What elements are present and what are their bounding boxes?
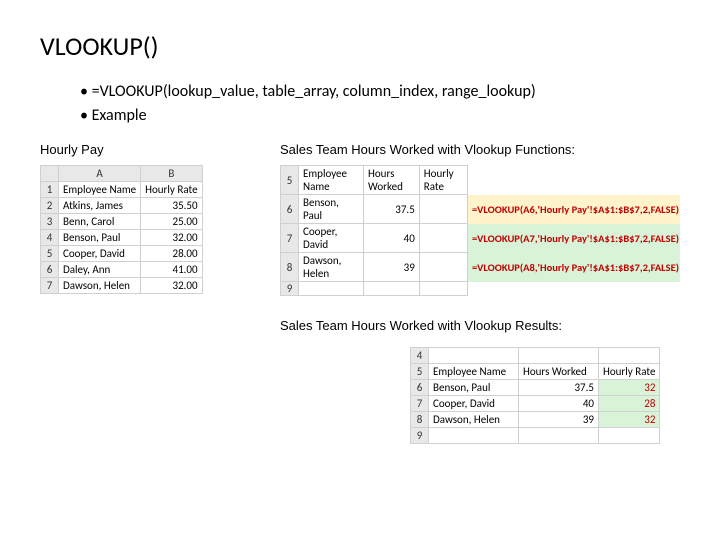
row-num: 2 bbox=[41, 198, 59, 214]
label-results: Sales Team Hours Worked with Vlookup Res… bbox=[280, 318, 680, 333]
formula-prefix: =VLOOKUP( bbox=[472, 261, 523, 274]
row-num: 8 bbox=[411, 412, 429, 428]
header-cell: Hourly Rate bbox=[599, 364, 660, 380]
row-num: 6 bbox=[411, 380, 429, 396]
formula-cell: =VLOOKUP(A6,'Hourly Pay'!$A$1:$B$7,2,FAL… bbox=[467, 195, 679, 224]
data-cell: 39 bbox=[364, 253, 420, 282]
formula-suffix: ,'Hourly Pay'!$A$1:$B$7,2,FALSE) bbox=[535, 232, 679, 245]
header-cell: Employee Name bbox=[59, 182, 141, 198]
result-cell: 32 bbox=[599, 412, 660, 428]
data-cell: Benson, Paul bbox=[59, 230, 141, 246]
header-cell: Employee Name bbox=[299, 166, 364, 195]
data-cell: 35.50 bbox=[141, 198, 202, 214]
header-cell: Hours Worked bbox=[364, 166, 420, 195]
data-cell: Atkins, James bbox=[59, 198, 141, 214]
formula-ref: A8 bbox=[523, 261, 535, 274]
data-cell: Cooper, David bbox=[429, 396, 519, 412]
data-cell: 37.5 bbox=[364, 195, 420, 224]
data-cell: Dawson, Helen bbox=[59, 278, 141, 294]
header-cell: Hours Worked bbox=[519, 364, 599, 380]
row-num: 9 bbox=[281, 282, 299, 296]
table-results: 4 5Employee NameHours WorkedHourly Rate … bbox=[410, 347, 660, 444]
row-num: 7 bbox=[281, 224, 299, 253]
data-cell: 32.00 bbox=[141, 230, 202, 246]
row-num: 7 bbox=[411, 396, 429, 412]
row-num: 5 bbox=[411, 364, 429, 380]
col-header-b: B bbox=[141, 166, 202, 182]
col-header-a: A bbox=[59, 166, 141, 182]
row-num: 9 bbox=[411, 428, 429, 444]
corner-cell bbox=[41, 166, 59, 182]
empty-cell bbox=[429, 428, 519, 444]
formula-suffix: ,'Hourly Pay'!$A$1:$B$7,2,FALSE) bbox=[535, 203, 679, 216]
header-cell: Hourly Rate bbox=[419, 166, 467, 195]
spacer bbox=[467, 282, 679, 296]
header-cell: Hourly Rate bbox=[141, 182, 202, 198]
empty-cell bbox=[599, 428, 660, 444]
formula-prefix: =VLOOKUP( bbox=[472, 232, 523, 245]
row-num: 4 bbox=[411, 348, 429, 364]
result-cell: 28 bbox=[599, 396, 660, 412]
empty-cell bbox=[419, 195, 467, 224]
bullet-list: =VLOOKUP(lookup_value, table_array, colu… bbox=[80, 80, 680, 128]
empty-cell bbox=[364, 282, 420, 296]
row-num: 5 bbox=[41, 246, 59, 262]
empty-cell bbox=[299, 282, 364, 296]
row-num: 4 bbox=[41, 230, 59, 246]
row-num: 8 bbox=[281, 253, 299, 282]
row-num: 6 bbox=[41, 262, 59, 278]
formula-ref: A6 bbox=[523, 203, 535, 216]
formula-cell: =VLOOKUP(A7,'Hourly Pay'!$A$1:$B$7,2,FAL… bbox=[467, 224, 679, 253]
data-cell: 37.5 bbox=[519, 380, 599, 396]
spacer bbox=[467, 166, 679, 195]
empty-cell bbox=[519, 348, 599, 364]
table-functions: 5 Employee Name Hours Worked Hourly Rate… bbox=[280, 165, 680, 296]
bullet-example: Example bbox=[80, 104, 680, 128]
formula-cell: =VLOOKUP(A8,'Hourly Pay'!$A$1:$B$7,2,FAL… bbox=[467, 253, 679, 282]
data-cell: Cooper, David bbox=[59, 246, 141, 262]
data-cell: 41.00 bbox=[141, 262, 202, 278]
page-title: VLOOKUP() bbox=[40, 30, 680, 62]
data-cell: Benn, Carol bbox=[59, 214, 141, 230]
data-cell: Benson, Paul bbox=[429, 380, 519, 396]
label-functions: Sales Team Hours Worked with Vlookup Fun… bbox=[280, 142, 680, 157]
header-cell: Employee Name bbox=[429, 364, 519, 380]
data-cell: Benson, Paul bbox=[299, 195, 364, 224]
data-cell: 25.00 bbox=[141, 214, 202, 230]
data-cell: Daley, Ann bbox=[59, 262, 141, 278]
formula-suffix: ,'Hourly Pay'!$A$1:$B$7,2,FALSE) bbox=[535, 261, 679, 274]
empty-cell bbox=[429, 348, 519, 364]
empty-cell bbox=[419, 282, 467, 296]
data-cell: Cooper, David bbox=[299, 224, 364, 253]
data-cell: Dawson, Helen bbox=[429, 412, 519, 428]
empty-cell bbox=[519, 428, 599, 444]
data-cell: 39 bbox=[519, 412, 599, 428]
empty-cell bbox=[599, 348, 660, 364]
table-hourly-pay: A B 1Employee NameHourly Rate 2Atkins, J… bbox=[40, 165, 203, 294]
row-num: 3 bbox=[41, 214, 59, 230]
bullet-syntax: =VLOOKUP(lookup_value, table_array, colu… bbox=[80, 80, 680, 104]
row-num: 7 bbox=[41, 278, 59, 294]
row-num: 6 bbox=[281, 195, 299, 224]
empty-cell bbox=[419, 253, 467, 282]
row-num: 1 bbox=[41, 182, 59, 198]
data-cell: 28.00 bbox=[141, 246, 202, 262]
empty-cell bbox=[419, 224, 467, 253]
formula-ref: A7 bbox=[523, 232, 535, 245]
formula-prefix: =VLOOKUP( bbox=[472, 203, 523, 216]
label-hourly-pay: Hourly Pay bbox=[40, 142, 260, 157]
row-num: 5 bbox=[281, 166, 299, 195]
result-cell: 32 bbox=[599, 380, 660, 396]
data-cell: 40 bbox=[519, 396, 599, 412]
data-cell: 32.00 bbox=[141, 278, 202, 294]
data-cell: Dawson, Helen bbox=[299, 253, 364, 282]
data-cell: 40 bbox=[364, 224, 420, 253]
